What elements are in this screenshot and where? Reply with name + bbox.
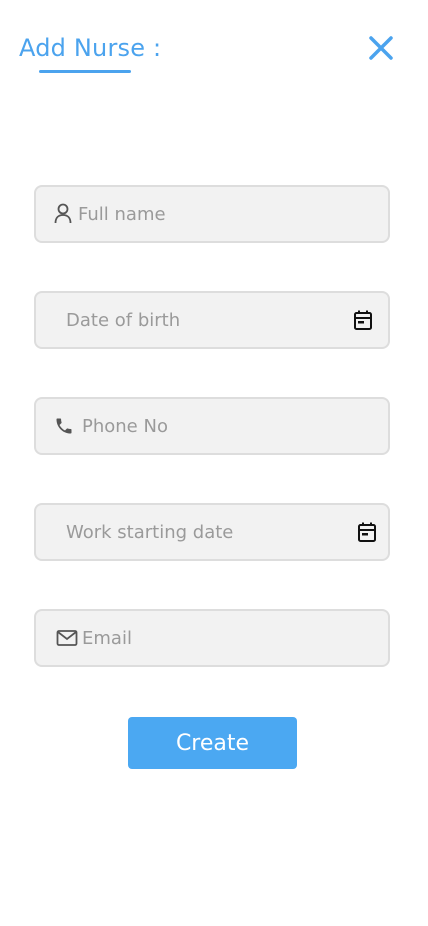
full-name-input[interactable] xyxy=(78,187,378,241)
user-icon xyxy=(54,203,72,224)
email-field[interactable] xyxy=(34,609,390,667)
phone-field[interactable] xyxy=(34,397,390,455)
close-icon xyxy=(369,36,393,60)
create-button[interactable]: Create xyxy=(128,717,297,769)
calendar-icon[interactable] xyxy=(357,521,377,543)
email-input[interactable] xyxy=(82,611,378,665)
phone-icon xyxy=(56,418,72,434)
full-name-field[interactable] xyxy=(34,185,390,243)
date-of-birth-input[interactable] xyxy=(66,293,336,347)
phone-input[interactable] xyxy=(82,399,378,453)
header: Add Nurse : xyxy=(0,0,428,100)
work-start-date-field[interactable] xyxy=(34,503,390,561)
calendar-icon[interactable] xyxy=(353,309,373,331)
work-start-date-input[interactable] xyxy=(66,505,346,559)
close-button[interactable] xyxy=(367,34,395,62)
title-underline xyxy=(39,70,131,73)
date-of-birth-field[interactable] xyxy=(34,291,390,349)
page-title: Add Nurse : xyxy=(19,34,162,62)
mail-icon xyxy=(56,630,78,646)
